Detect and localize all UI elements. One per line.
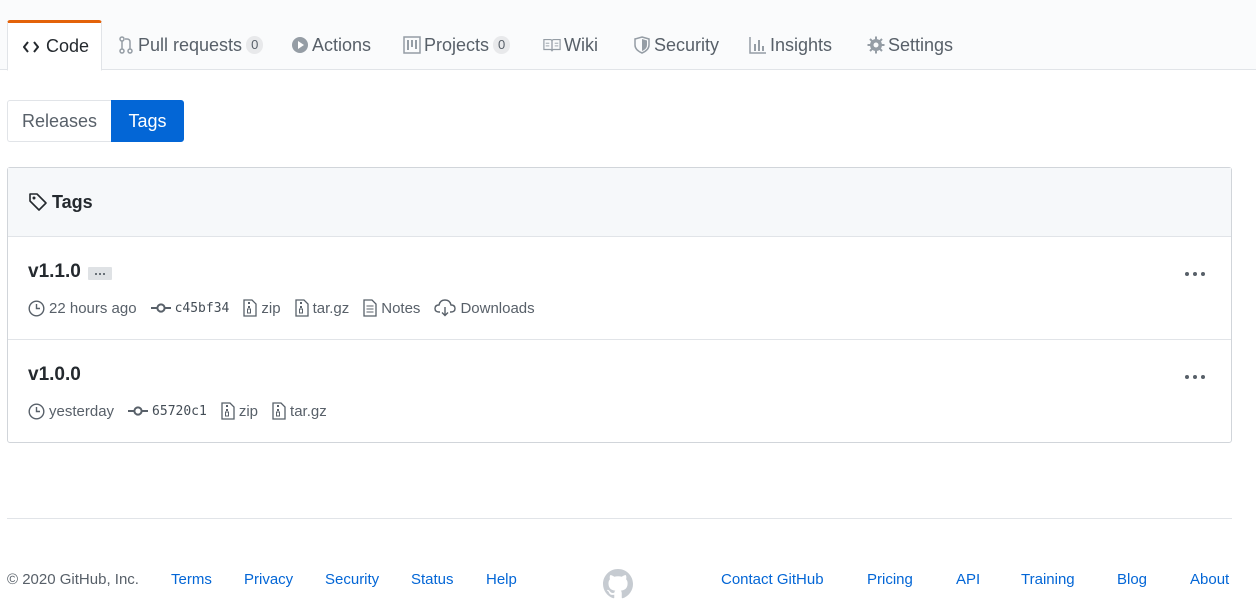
- tag-time: 22 hours ago: [28, 300, 137, 317]
- tag-targz-link[interactable]: tar.gz: [294, 299, 350, 317]
- tags-tab[interactable]: Tags: [111, 100, 184, 142]
- tag-meta: yesterday 65720c1 zip tar.gz: [28, 401, 341, 421]
- tab-actions-label: Actions: [312, 34, 372, 55]
- tab-actions[interactable]: Actions: [291, 20, 371, 70]
- tab-settings-label: Settings: [888, 34, 954, 55]
- file-zip-icon: [294, 299, 309, 317]
- releases-tab[interactable]: Releases: [7, 100, 111, 142]
- footer-link-api[interactable]: API: [956, 571, 980, 588]
- tags-box: Tags v1.1.0 22 hours ago c45bf34 zip tar…: [7, 167, 1232, 443]
- footer-copyright: © 2020 GitHub, Inc.: [7, 571, 139, 588]
- tab-wiki-label: Wiki: [564, 34, 598, 55]
- tag-time: yesterday: [28, 403, 114, 420]
- footer-link-terms[interactable]: Terms: [171, 571, 212, 588]
- tab-security-label: Security: [654, 34, 720, 55]
- tag-name-link[interactable]: v1.1.0: [28, 261, 81, 283]
- tab-pull-requests-label: Pull requests: [138, 34, 243, 55]
- tag-more-options-button[interactable]: [1185, 269, 1205, 279]
- footer-link-help[interactable]: Help: [486, 571, 517, 588]
- tag-meta: 22 hours ago c45bf34 zip tar.gz Notes Do…: [28, 298, 549, 318]
- tag-zip-label: zip: [238, 402, 259, 420]
- tag-commit-sha: c45bf34: [174, 300, 230, 316]
- tag-name-link[interactable]: v1.0.0: [28, 364, 81, 386]
- play-icon: [291, 36, 309, 54]
- git-commit-icon: [150, 302, 171, 314]
- tag-zip-link[interactable]: zip: [243, 299, 281, 317]
- tags-box-title: Tags: [52, 191, 93, 212]
- footer-link-contact-github[interactable]: Contact GitHub: [721, 571, 824, 588]
- tag-commit-sha: 65720c1: [152, 403, 207, 419]
- tab-pull-requests[interactable]: Pull requests 0: [117, 20, 264, 70]
- tag-commit-link[interactable]: c45bf34: [150, 300, 230, 316]
- tags-box-header: Tags: [8, 168, 1231, 237]
- footer-link-security[interactable]: Security: [325, 571, 379, 588]
- clock-icon: [28, 402, 45, 420]
- footer-link-status[interactable]: Status: [411, 571, 454, 588]
- github-mark-icon[interactable]: [603, 569, 633, 599]
- tag-zip-link[interactable]: zip: [221, 402, 258, 420]
- graph-icon: [749, 36, 767, 54]
- tag-targz-link[interactable]: tar.gz: [272, 402, 327, 420]
- tag-notes-link[interactable]: Notes: [363, 299, 420, 317]
- file-zip-icon: [221, 402, 235, 420]
- tag-targz-label: tar.gz: [312, 299, 350, 317]
- tag-notes-label: Notes: [381, 299, 421, 317]
- gear-icon: [867, 36, 885, 54]
- pull-requests-counter: 0: [246, 36, 264, 54]
- file-zip-icon: [243, 299, 258, 317]
- tab-projects[interactable]: Projects 0: [403, 20, 511, 70]
- git-commit-icon: [128, 405, 149, 417]
- tag-icon: [28, 192, 48, 212]
- footer-link-blog[interactable]: Blog: [1117, 571, 1147, 588]
- book-icon: [543, 36, 561, 54]
- tag-zip-label: zip: [261, 299, 281, 317]
- file-zip-icon: [272, 402, 286, 420]
- file-text-icon: [363, 299, 377, 317]
- git-pull-request-icon: [117, 36, 135, 54]
- tab-settings[interactable]: Settings: [867, 20, 953, 70]
- tab-code-label: Code: [46, 36, 90, 56]
- tab-insights[interactable]: Insights: [749, 20, 832, 70]
- tab-code[interactable]: Code: [7, 20, 102, 71]
- footer-link-about[interactable]: About: [1190, 571, 1229, 588]
- shield-icon: [633, 36, 651, 54]
- tag-downloads-link[interactable]: Downloads: [434, 299, 535, 317]
- tag-row: v1.0.0 yesterday 65720c1 zip tar.gz: [8, 340, 1231, 443]
- tab-wiki[interactable]: Wiki: [543, 20, 598, 70]
- tag-downloads-label: Downloads: [460, 299, 535, 317]
- projects-counter: 0: [493, 36, 511, 54]
- code-icon: [22, 38, 40, 56]
- cloud-download-icon: [434, 299, 457, 317]
- tag-time-text: yesterday: [49, 402, 115, 420]
- project-icon: [403, 36, 421, 54]
- tag-targz-label: tar.gz: [290, 402, 327, 420]
- footer-link-pricing[interactable]: Pricing: [867, 571, 913, 588]
- clock-icon: [28, 299, 45, 317]
- footer-divider: [7, 518, 1232, 519]
- tag-time-text: 22 hours ago: [49, 299, 137, 317]
- tab-security[interactable]: Security: [633, 20, 719, 70]
- site-footer: © 2020 GitHub, Inc. Terms Privacy Securi…: [7, 569, 1232, 599]
- tag-commit-link[interactable]: 65720c1: [128, 404, 207, 419]
- releases-tags-subnav: Releases Tags: [7, 100, 184, 142]
- tag-more-options-button[interactable]: [1185, 372, 1205, 382]
- footer-link-privacy[interactable]: Privacy: [244, 571, 293, 588]
- tab-insights-label: Insights: [770, 34, 833, 55]
- tag-row: v1.1.0 22 hours ago c45bf34 zip tar.gz N…: [8, 237, 1231, 340]
- tab-projects-label: Projects: [424, 34, 490, 55]
- repo-nav: Code Pull requests 0 Actions Projects 0 …: [0, 0, 1256, 71]
- footer-link-training[interactable]: Training: [1021, 571, 1075, 588]
- tag-message-expander-button[interactable]: [88, 267, 112, 280]
